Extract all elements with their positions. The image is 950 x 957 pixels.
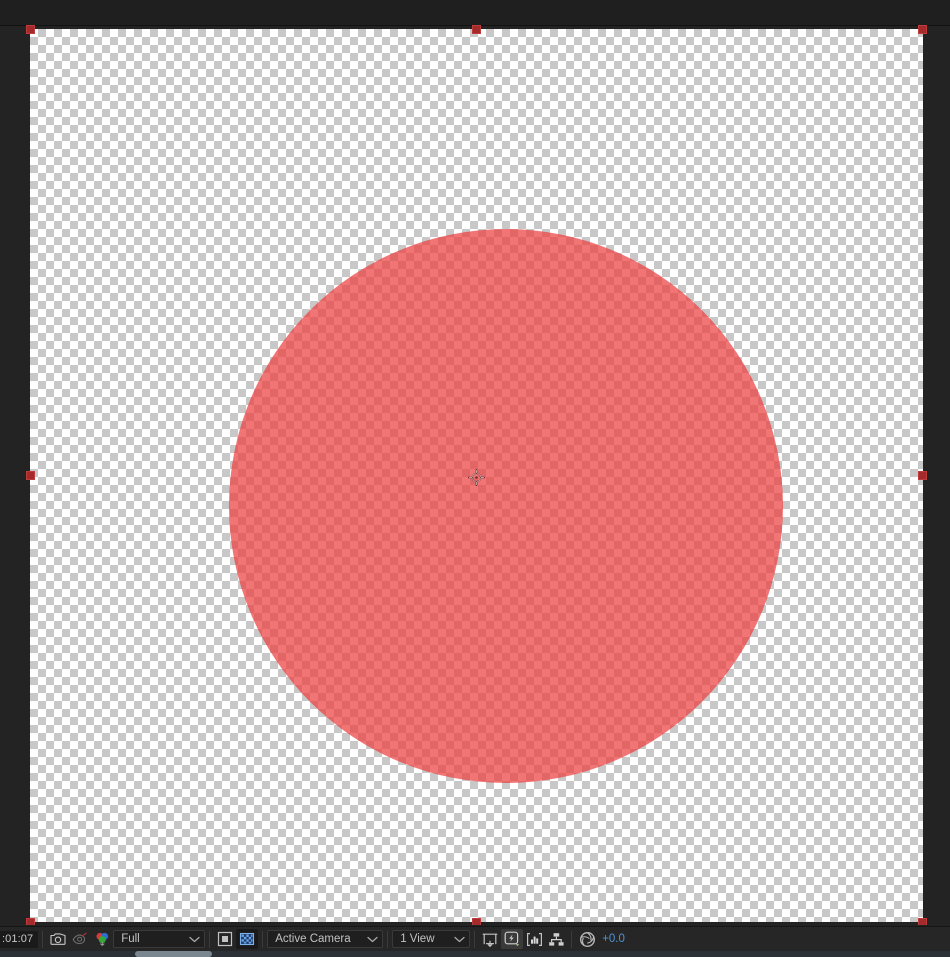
handle-bottom-right[interactable] — [918, 918, 927, 925]
camera-view-dropdown-value: Active Camera — [275, 933, 351, 945]
handle-middle-right[interactable] — [918, 471, 927, 480]
toolbar-separator — [571, 930, 573, 948]
handle-top-center[interactable] — [472, 25, 481, 34]
toolbar-separator — [474, 930, 476, 948]
fast-previews-button[interactable] — [501, 929, 524, 949]
handle-middle-left[interactable] — [26, 471, 35, 480]
pixel-aspect-correction-button[interactable] — [479, 929, 501, 949]
reset-exposure-button[interactable] — [576, 929, 598, 949]
horizontal-scrollbar-track[interactable] — [0, 951, 950, 957]
anchor-point-icon[interactable] — [468, 469, 485, 486]
handle-bottom-left[interactable] — [26, 918, 35, 925]
chevron-down-icon — [189, 936, 200, 943]
chevron-down-icon — [367, 936, 378, 943]
toolbar-separator — [387, 930, 389, 948]
handle-top-right[interactable] — [918, 25, 927, 34]
timeline-histogram-button[interactable] — [523, 929, 545, 949]
viewer-tab-strip — [0, 0, 950, 26]
take-snapshot-button[interactable] — [47, 929, 69, 949]
chevron-down-icon — [454, 936, 465, 943]
resolution-dropdown-value: Full — [121, 933, 140, 945]
toolbar-separator — [209, 930, 211, 948]
handle-bottom-center[interactable] — [472, 918, 481, 925]
composition-viewer-panel: :01:07 Full Active Camera 1 View +0.0 — [0, 0, 950, 957]
horizontal-scrollbar-thumb[interactable] — [135, 951, 212, 957]
red-circle-layer[interactable] — [229, 229, 783, 783]
viewer-bottom-toolbar: :01:07 Full Active Camera 1 View +0.0 — [0, 926, 950, 951]
toolbar-separator — [42, 930, 44, 948]
view-layout-dropdown-value: 1 View — [400, 933, 435, 945]
camera-view-dropdown[interactable]: Active Camera — [267, 930, 384, 948]
viewer-canvas-area[interactable] — [0, 0, 950, 925]
show-channel-button[interactable] — [91, 929, 113, 949]
view-layout-dropdown[interactable]: 1 View — [392, 930, 471, 948]
exposure-value[interactable]: +0.0 — [602, 933, 625, 945]
show-snapshot-button[interactable] — [69, 929, 91, 949]
comp-flowchart-button[interactable] — [545, 929, 567, 949]
region-of-interest-button[interactable] — [214, 929, 236, 949]
handle-top-left[interactable] — [26, 25, 35, 34]
toggle-transparency-grid-button[interactable] — [236, 929, 259, 949]
resolution-dropdown[interactable]: Full — [113, 930, 206, 948]
toolbar-separator — [262, 930, 264, 948]
current-time-field[interactable]: :01:07 — [0, 930, 39, 948]
